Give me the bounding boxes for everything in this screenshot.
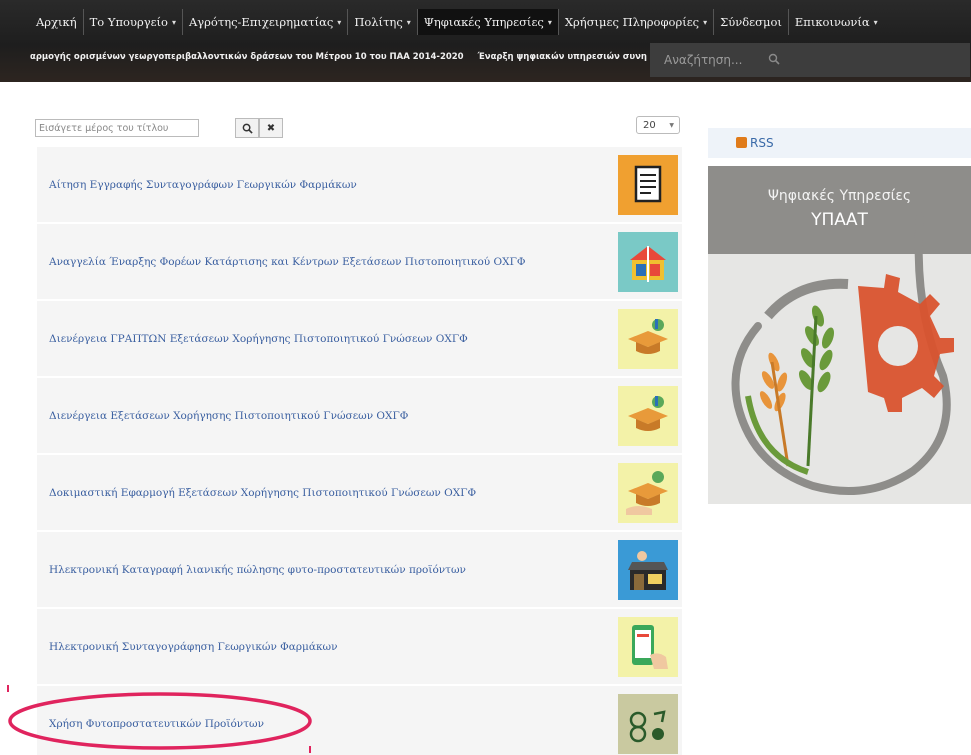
chevron-down-icon: ▾ <box>873 17 878 27</box>
nav-item-ministry[interactable]: Το Υπουργείο ▾ <box>84 9 183 35</box>
rss-link[interactable]: RSS <box>708 128 971 158</box>
list-item-title[interactable]: Χρήση Φυτοπροστατευτικών Προϊόντων <box>49 718 264 730</box>
nav-item-citizen[interactable]: Πολίτης ▾ <box>348 9 418 35</box>
mobile-prescription-icon[interactable] <box>618 617 678 677</box>
list-item[interactable]: Χρήση Φυτοπροστατευτικών Προϊόντων <box>37 686 682 755</box>
graduation-cap-icon[interactable] <box>618 309 678 369</box>
nav-item-useful-info[interactable]: Χρήσιμες Πληροφορίες ▾ <box>559 9 715 35</box>
chevron-down-icon: ▾ <box>703 17 708 27</box>
list-item[interactable]: Διενέργεια Εξετάσεων Χορήγησης Πιστοποιη… <box>37 378 682 455</box>
list-item-title[interactable]: Δοκιμαστική Εφαρμογή Εξετάσεων Χορήγησης… <box>49 487 476 499</box>
list-item[interactable]: Διενέργεια ΓΡΑΠΤΩΝ Εξετάσεων Χορήγησης Π… <box>37 301 682 378</box>
list-item[interactable]: Αναγγελία Έναρξης Φορέων Κατάρτισης και … <box>37 224 682 301</box>
nav-item-home[interactable]: Αρχική <box>30 9 84 35</box>
list-item[interactable]: Ηλεκτρονική Καταγραφή λιανικής πώλησης φ… <box>37 532 682 609</box>
list-filter: Εισάγετε μέρος του τίτλου ✖ <box>35 118 283 138</box>
news-ticker: αρμογής ορισμένων γεωργοπεριβαλλοντικών … <box>30 48 661 66</box>
title-filter-input[interactable]: Εισάγετε μέρος του τίτλου <box>35 119 199 137</box>
nav-item-digital-services[interactable]: Ψηφιακές Υπηρεσίες ▾ <box>417 9 559 35</box>
rss-icon <box>736 137 747 148</box>
list-item-title[interactable]: Ηλεκτρονική Συνταγογράφηση Γεωργικών Φαρ… <box>49 641 337 653</box>
list-item[interactable]: Αίτηση Εγγραφής Συνταγογράφων Γεωργικών … <box>37 147 682 224</box>
document-icon[interactable] <box>618 155 678 215</box>
filter-clear-button[interactable]: ✖ <box>259 118 283 138</box>
graduation-cap-hand-icon[interactable] <box>618 463 678 523</box>
services-list: Αίτηση Εγγραφής Συνταγογράφων Γεωργικών … <box>37 147 682 755</box>
header-search-input[interactable]: Αναζήτηση... <box>650 43 970 77</box>
plant-protection-icon[interactable] <box>618 694 678 754</box>
list-item-title[interactable]: Αίτηση Εγγραφής Συνταγογράφων Γεωργικών … <box>49 179 357 191</box>
list-item-title[interactable]: Ηλεκτρονική Καταγραφή λιανικής πώλησης φ… <box>49 564 466 576</box>
shop-icon[interactable] <box>618 540 678 600</box>
wheat-gear-logo <box>731 212 954 495</box>
chevron-down-icon: ▼ <box>669 122 674 129</box>
chevron-down-icon: ▾ <box>337 17 342 27</box>
list-item[interactable]: Δοκιμαστική Εφαρμογή Εξετάσεων Χορήγησης… <box>37 455 682 532</box>
nav-item-contact[interactable]: Επικοινωνία ▾ <box>789 9 884 35</box>
nav-item-farmer[interactable]: Αγρότης-Επιχειρηματίας ▾ <box>183 9 349 35</box>
close-icon: ✖ <box>266 122 276 134</box>
list-item-title[interactable]: Διενέργεια ΓΡΑΠΤΩΝ Εξετάσεων Χορήγησης Π… <box>49 333 468 345</box>
ticker-item[interactable]: Έναρξη ψηφιακών υπηρεσιών συνη <box>478 52 647 62</box>
list-item[interactable]: Ηλεκτρονική Συνταγογράφηση Γεωργικών Φαρ… <box>37 609 682 686</box>
digital-services-banner[interactable]: Ψηφιακές Υπηρεσίες ΥΠΑΑΤ <box>708 166 971 504</box>
chevron-down-icon: ▾ <box>406 17 411 27</box>
header-search-placeholder: Αναζήτηση... <box>664 53 743 67</box>
graduation-cap-icon[interactable] <box>618 386 678 446</box>
site-header: Αρχική Το Υπουργείο ▾ Αγρότης-Επιχειρηματ… <box>0 0 971 82</box>
search-icon[interactable] <box>768 53 781 68</box>
list-limit-select[interactable]: 20 ▼ <box>636 116 680 134</box>
list-item-title[interactable]: Αναγγελία Έναρξης Φορέων Κατάρτισης και … <box>49 256 526 268</box>
search-icon <box>242 123 253 134</box>
list-item-title[interactable]: Διενέργεια Εξετάσεων Χορήγησης Πιστοποιη… <box>49 410 408 422</box>
training-centers-icon[interactable] <box>618 232 678 292</box>
ticker-item[interactable]: αρμογής ορισμένων γεωργοπεριβαλλοντικών … <box>30 52 464 62</box>
nav-item-links[interactable]: Σύνδεσμοι <box>714 9 789 35</box>
chevron-down-icon: ▾ <box>547 17 552 27</box>
filter-search-button[interactable] <box>235 118 259 138</box>
chevron-down-icon: ▾ <box>171 17 176 27</box>
main-nav: Αρχική Το Υπουργείο ▾ Αγρότης-Επιχειρηματ… <box>30 9 884 35</box>
